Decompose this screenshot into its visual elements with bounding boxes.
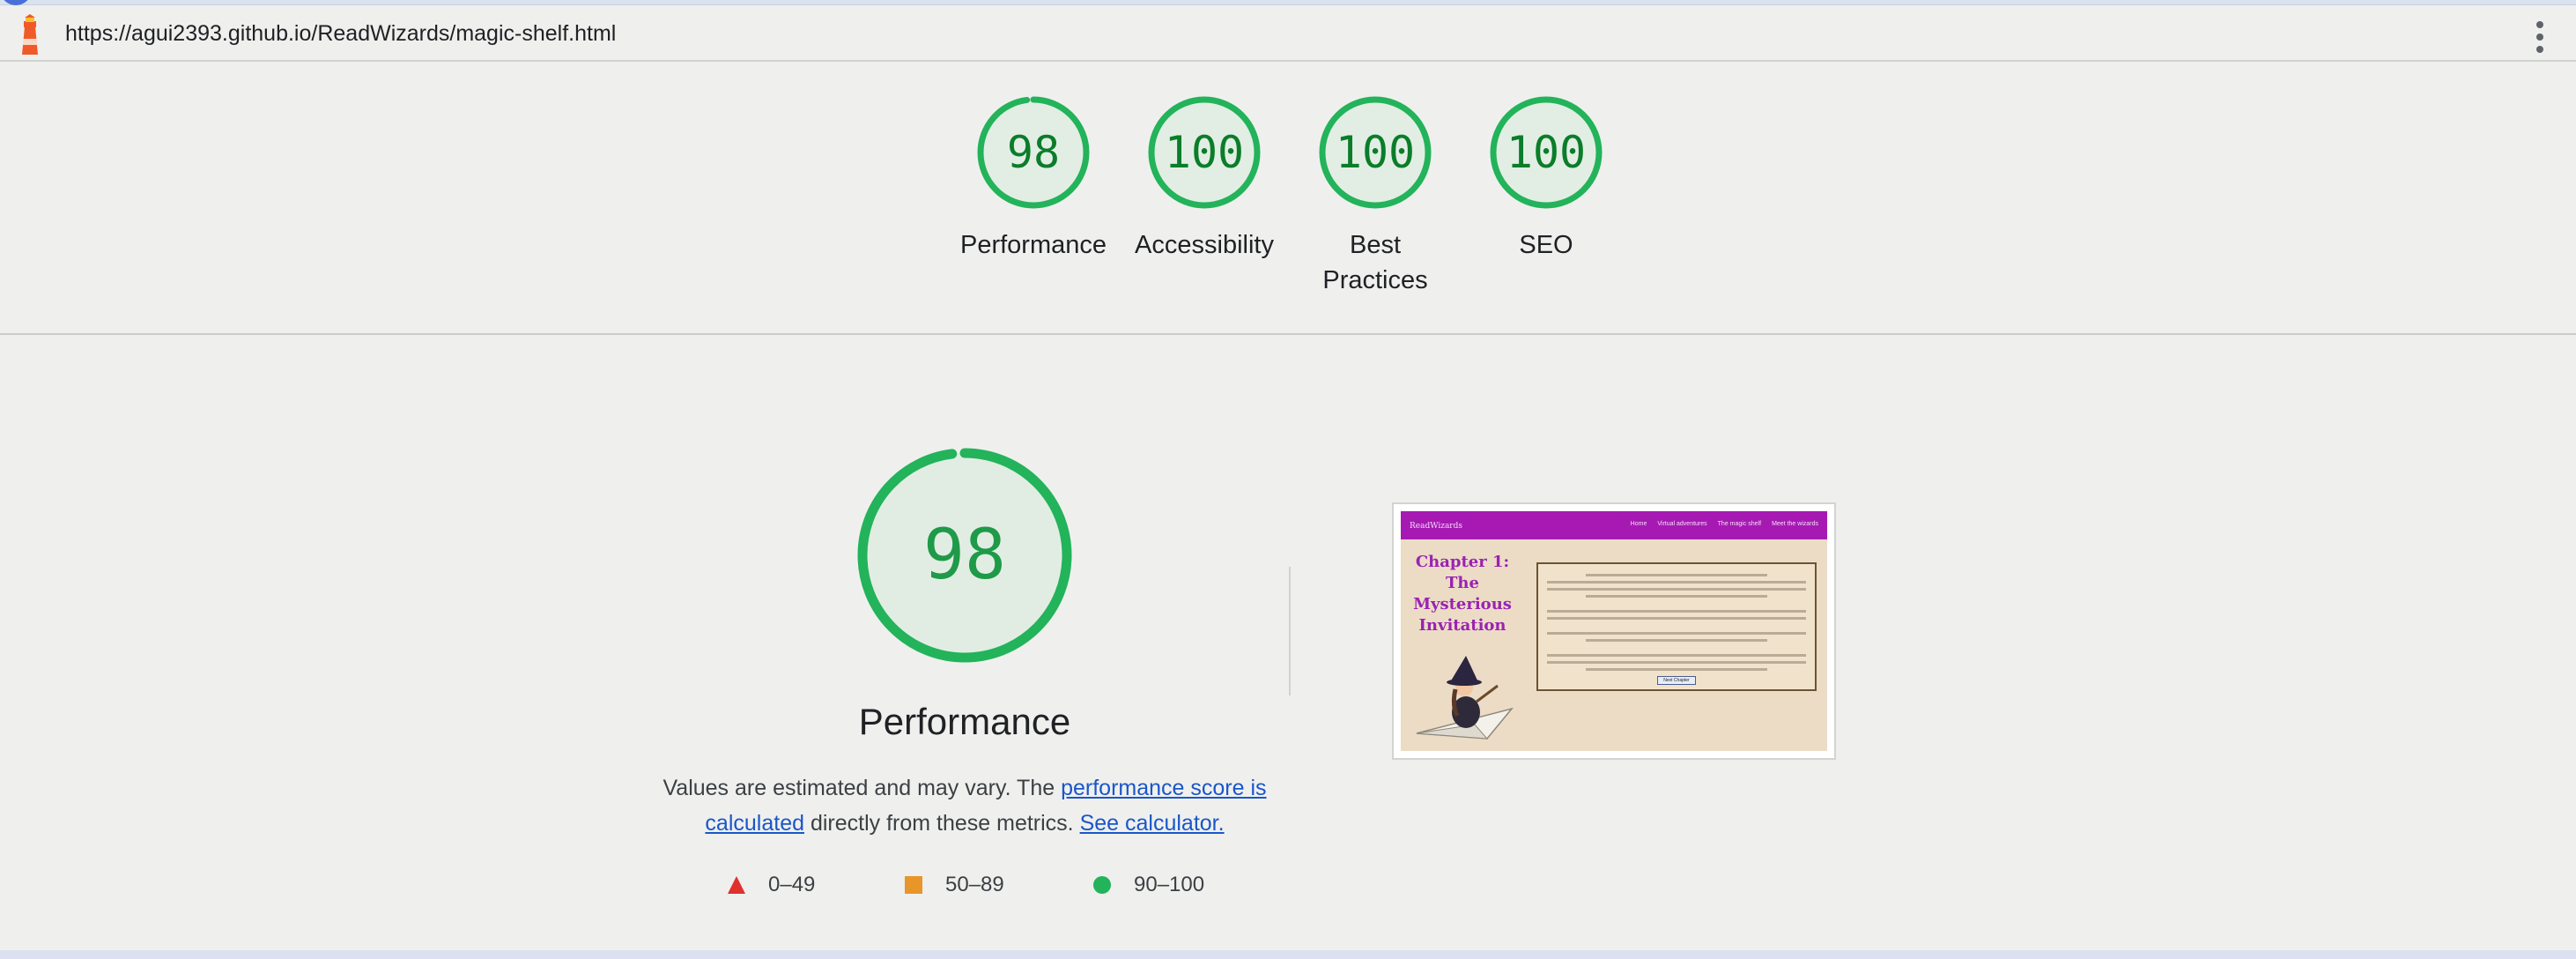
gauge-accessibility-score: 100 (1164, 127, 1245, 178)
vertical-divider (1289, 567, 1291, 695)
gauge-accessibility-label: Accessibility (1135, 231, 1274, 259)
triangle-icon (728, 876, 745, 894)
screenshot-nav: ReadWizards Home Virtual adventures The … (1401, 511, 1827, 539)
screenshot-nav-link: Home (1630, 521, 1647, 527)
kebab-menu-icon[interactable] (2528, 18, 2551, 56)
gauge-best-practices-label: Best Practices (1322, 231, 1428, 294)
gauge-performance-score: 98 (1006, 127, 1061, 178)
circle-icon (1093, 876, 1111, 894)
lighthouse-icon (22, 14, 38, 55)
score-summary: 98 Performance 100 Accessibility 100 Bes… (0, 62, 2576, 335)
bottom-edge (0, 950, 2576, 959)
page-screenshot-thumbnail[interactable]: ReadWizards Home Virtual adventures The … (1392, 502, 1836, 760)
gauge-seo-score: 100 (1506, 127, 1587, 178)
square-icon (905, 876, 922, 894)
page-url[interactable]: https://agui2393.github.io/ReadWizards/m… (65, 21, 616, 47)
screenshot-page: ReadWizards Home Virtual adventures The … (1401, 511, 1827, 751)
performance-title: Performance (858, 701, 1071, 742)
legend-average: 50–89 (905, 873, 1004, 897)
url-bar: https://agui2393.github.io/ReadWizards/m… (0, 5, 2576, 62)
legend-fail-range: 0–49 (768, 873, 816, 896)
screenshot-nav-link: The magic shelf (1717, 521, 1762, 527)
legend-pass-range: 90–100 (1134, 873, 1205, 896)
screenshot-nav-link: Virtual adventures (1657, 521, 1707, 527)
gauge-seo-label: SEO (1519, 231, 1573, 259)
desc-prefix: Values are estimated and may vary. The (663, 776, 1062, 800)
desc-middle: directly from these metrics. (804, 811, 1080, 836)
performance-score-large: 98 (923, 516, 1006, 595)
see-calculator-link[interactable]: See calculator. (1080, 811, 1225, 836)
legend-pass: 90–100 (1093, 873, 1204, 897)
gauge-performance[interactable]: 98 Performance (954, 95, 1113, 263)
gauge-accessibility[interactable]: 100 Accessibility (1125, 95, 1284, 263)
screenshot-next-chapter-button: Next Chapter (1657, 676, 1696, 685)
screenshot-nav-links: Home Virtual adventures The magic shelf … (1631, 521, 1818, 527)
wizard-illustration (1416, 656, 1514, 740)
gauge-performance-label: Performance (959, 231, 1107, 259)
gauge-best-practices[interactable]: 100 Best Practices (1296, 95, 1455, 298)
performance-description: Values are estimated and may vary. The p… (661, 770, 1269, 841)
gauge-best-practices-score: 100 (1335, 127, 1416, 178)
screenshot-chapter-title: Chapter 1: The Mysterious Invitation (1413, 553, 1512, 635)
screenshot-nav-link: Meet the wizards (1772, 521, 1818, 527)
legend-average-range: 50–89 (945, 873, 1004, 896)
performance-gauge-large: 98 (855, 445, 1075, 665)
gauge-seo[interactable]: 100 SEO (1467, 95, 1625, 263)
legend-fail: 0–49 (728, 873, 815, 897)
screenshot-story-box: Next Chapter (1536, 562, 1817, 691)
screenshot-site-logo: ReadWizards (1410, 522, 1462, 531)
